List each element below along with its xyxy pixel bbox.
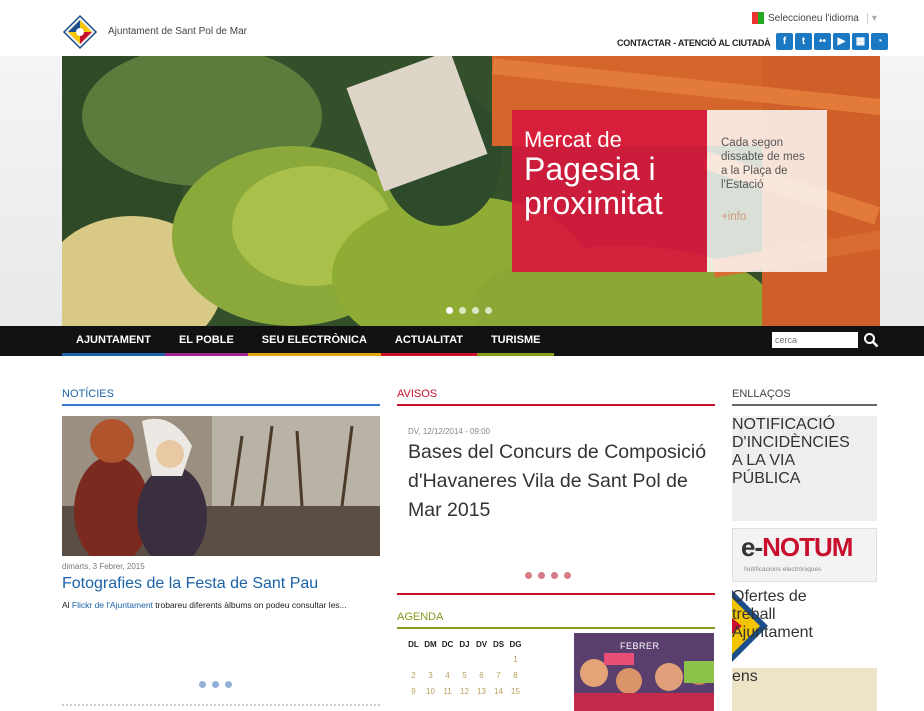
calendar-day[interactable]: 12: [456, 683, 473, 699]
weekday-label: DV: [475, 639, 488, 649]
facebook-icon[interactable]: f: [776, 33, 793, 50]
avisos-slider-dots[interactable]: [525, 572, 571, 579]
slider-dot[interactable]: [446, 307, 453, 314]
news-image[interactable]: [62, 416, 380, 556]
calendar-day[interactable]: 13: [473, 683, 490, 699]
news-headline[interactable]: Fotografies de la Festa de Sant Pau: [62, 575, 318, 593]
calendar-day: [473, 651, 490, 667]
ofertes-label: Ofertes de treball Ajuntament: [732, 588, 813, 641]
calendar-day[interactable]: 11: [439, 683, 456, 699]
enotum-e: e-: [741, 532, 763, 562]
calendar-day[interactable]: 4: [439, 667, 456, 683]
twitter-icon[interactable]: t: [795, 33, 812, 50]
enotum-subtitle: Notificacions electròniques: [744, 566, 822, 573]
slider-dot[interactable]: [459, 307, 466, 314]
calendar-day[interactable]: 15: [507, 683, 524, 699]
search-icon[interactable]: [863, 332, 879, 348]
weekday-label: DM: [424, 639, 437, 649]
divider: [62, 704, 380, 706]
calendar-day[interactable]: 3: [422, 667, 439, 683]
slider-dot[interactable]: [212, 681, 219, 688]
calendar-day[interactable]: 1: [507, 651, 524, 667]
calendar-day[interactable]: 14: [490, 683, 507, 699]
search-input[interactable]: [772, 332, 858, 348]
nav-item-0[interactable]: AJUNTAMENT: [62, 326, 165, 356]
slider-dot[interactable]: [225, 681, 232, 688]
calendar-icon[interactable]: ▦: [852, 33, 869, 50]
flickr-link[interactable]: Flickr de l'Ajuntament: [72, 600, 153, 610]
enotum-logo: e-NOTUM: [741, 532, 853, 563]
calendar-day: [490, 651, 507, 667]
slider-dot[interactable]: [199, 681, 206, 688]
hero-title-line3: proximitat: [524, 185, 663, 221]
nav-item-3[interactable]: ACTUALITAT: [380, 326, 477, 356]
flickr-icon[interactable]: ••: [814, 33, 831, 50]
nav-item-1[interactable]: EL POBLE: [164, 326, 248, 356]
news-summary: Al Flickr de l'Ajuntament trobareu difer…: [62, 599, 378, 612]
calendar-day[interactable]: 9: [405, 683, 422, 699]
news-slider-dots[interactable]: [199, 681, 232, 688]
hero-more-link[interactable]: +info: [721, 210, 813, 224]
calendar-day[interactable]: 10: [422, 683, 439, 699]
calendar-day[interactable]: 6: [473, 667, 490, 683]
hero-title-line1: Mercat de: [524, 127, 622, 152]
nav-item-4[interactable]: TURISME: [476, 326, 555, 356]
calendar-day[interactable]: 7: [490, 667, 507, 683]
calendar-day: [422, 651, 439, 667]
slider-dot[interactable]: [551, 572, 558, 579]
noticies-heading[interactable]: NOTÍCIES: [62, 388, 380, 406]
calendar-day[interactable]: 5: [456, 667, 473, 683]
calendar-day[interactable]: 2: [405, 667, 422, 683]
municipality-logo[interactable]: [62, 14, 98, 50]
calendar-day: [439, 651, 456, 667]
hero-slider-dots[interactable]: [446, 307, 492, 314]
enllacos-heading: ENLLAÇOS: [732, 388, 877, 406]
slider-dot[interactable]: [485, 307, 492, 314]
chevron-down-icon: ▾: [866, 12, 877, 24]
ens-logo: ens: [732, 668, 758, 685]
calendar-day: [456, 651, 473, 667]
agenda-heading[interactable]: AGENDA: [397, 611, 715, 629]
enotum-n: NOTUM: [762, 532, 853, 562]
weekday-label: DJ: [459, 639, 470, 649]
weekday-label: DC: [441, 639, 454, 649]
news-date: dimarts, 3 Febrer, 2015: [62, 562, 145, 571]
slider-dot[interactable]: [564, 572, 571, 579]
weekday-label: DS: [492, 639, 505, 649]
slider-dot[interactable]: [525, 572, 532, 579]
divider: [397, 593, 715, 595]
youtube-icon[interactable]: ▶: [833, 33, 850, 50]
hero-promo-description: Cada segon dissabte de mes a la Plaça de…: [707, 110, 827, 272]
incidencies-label: NOTIFICACIÓ D'INCIDÈNCIES A LA VIA PÚBLI…: [732, 416, 850, 521]
avis-date: DV, 12/12/2014 - 09:00: [408, 427, 490, 436]
avis-headline[interactable]: Bases del Concurs de Composició d'Havane…: [408, 438, 718, 525]
hero-description: Cada segon dissabte de mes a la Plaça de…: [721, 137, 805, 191]
site-name[interactable]: Ajuntament de Sant Pol de Mar: [108, 26, 247, 37]
agenda-month: FEBRER: [620, 641, 660, 651]
social-icons: f t •• ▶ ▦ ◔: [776, 33, 888, 50]
rss-icon[interactable]: ◔: [871, 33, 888, 50]
weekday-label: DG: [509, 639, 522, 649]
language-selector[interactable]: Seleccioneu l'idioma ▾: [752, 12, 877, 24]
avisos-heading[interactable]: AVISOS: [397, 388, 715, 406]
main-nav: AJUNTAMENT EL POBLE SEU ELECTRÒNICA ACTUALI…: [62, 326, 555, 356]
calendar-day: [405, 651, 422, 667]
contact-link[interactable]: CONTACTAR - ATENCIÓ AL CIUTADÀ: [617, 38, 771, 48]
language-flag-icon: [752, 12, 764, 24]
weekday-label: DL: [408, 639, 419, 649]
news-summary-prefix: Al: [62, 600, 72, 610]
slider-dot[interactable]: [472, 307, 479, 314]
hero-promo-title[interactable]: Mercat de Pagesia i proximitat: [512, 110, 707, 272]
news-summary-suffix: trobareu diferents àlbums on podeu consu…: [152, 600, 347, 610]
nav-item-2[interactable]: SEU ELECTRÒNICA: [247, 326, 381, 356]
agenda-calendar: DL DM DC DJ DV DS DG 1 2 3 4 5 6 7 8 9 10 11 12 13 14 15: [405, 637, 565, 699]
calendar-day[interactable]: 8: [507, 667, 524, 683]
hero-title-line2: Pagesia i: [524, 151, 656, 187]
slider-dot[interactable]: [538, 572, 545, 579]
language-label: Seleccioneu l'idioma: [768, 12, 859, 24]
